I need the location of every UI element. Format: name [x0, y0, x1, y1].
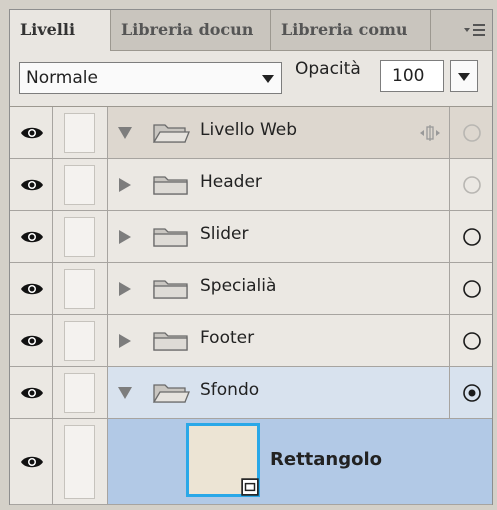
lock-toggle[interactable]: [53, 263, 108, 314]
layer-name: Footer: [200, 328, 255, 348]
layers-panel-window: Livelli Libreria docun Libreria comu Nor…: [0, 0, 497, 510]
opacity-dropdown-button[interactable]: [450, 60, 478, 92]
triangle-right-icon[interactable]: [116, 280, 134, 298]
target-selected-icon[interactable]: [462, 383, 482, 403]
layer-row[interactable]: Header: [10, 159, 492, 211]
layer-row[interactable]: Specialià: [10, 263, 492, 315]
column-divider: [449, 159, 450, 210]
folder-open-icon: [152, 384, 190, 403]
folder-icon: [153, 280, 188, 299]
column-divider: [449, 263, 450, 314]
layer-row[interactable]: Sfondo: [10, 367, 492, 419]
lock-box: [64, 321, 95, 361]
panel-menu-icon[interactable]: [464, 22, 486, 38]
visibility-toggle[interactable]: [10, 107, 53, 158]
lock-box: [64, 165, 95, 205]
lock-box: [64, 113, 95, 153]
opacity-input[interactable]: 100: [380, 60, 444, 92]
chevron-down-icon: [262, 75, 274, 83]
triangle-down-icon[interactable]: [116, 384, 134, 402]
target-icon[interactable]: [462, 175, 482, 195]
visibility-toggle[interactable]: [10, 211, 53, 262]
panel-tabbar: Livelli Libreria docun Libreria comu: [10, 10, 492, 51]
folder-icon: [153, 176, 188, 195]
triangle-right-icon[interactable]: [116, 176, 134, 194]
layer-row[interactable]: Livello Web: [10, 107, 492, 159]
layer-name: Header: [200, 172, 262, 192]
folder-open-icon: [152, 124, 190, 143]
layer-content[interactable]: Sfondo: [108, 367, 492, 418]
target-icon[interactable]: [462, 279, 482, 299]
layer-name: Rettangolo: [270, 449, 383, 470]
folder-icon: [153, 228, 188, 247]
layer-content[interactable]: Footer: [108, 315, 492, 366]
layer-row[interactable]: Footer: [10, 315, 492, 367]
eye-icon: [21, 179, 43, 191]
lock-box: [64, 217, 95, 257]
lock-box: [64, 425, 95, 499]
visibility-toggle[interactable]: [10, 263, 53, 314]
column-divider: [449, 315, 450, 366]
eye-icon: [21, 283, 43, 295]
layer-content[interactable]: Header: [108, 159, 492, 210]
visibility-toggle[interactable]: [10, 367, 53, 418]
column-divider: [449, 211, 450, 262]
layer-thumbnail[interactable]: [186, 423, 260, 497]
column-divider: [449, 367, 450, 418]
triangle-right-icon[interactable]: [116, 228, 134, 246]
lock-toggle[interactable]: [53, 107, 108, 158]
layer-name: Slider: [200, 224, 249, 244]
eye-icon: [21, 335, 43, 347]
shape-badge-icon: [241, 478, 259, 496]
layer-content[interactable]: Rettangolo: [108, 419, 492, 504]
target-icon[interactable]: [462, 123, 482, 143]
tab-livelli[interactable]: Livelli: [10, 10, 111, 51]
lock-box: [64, 269, 95, 309]
tab-libreria-comune[interactable]: Libreria comu: [271, 10, 431, 50]
opacity-label: Opacità: [295, 59, 361, 79]
eye-icon: [21, 387, 43, 399]
column-divider: [449, 107, 450, 158]
tab-libreria-documento[interactable]: Libreria docun: [111, 10, 271, 50]
triangle-down-icon[interactable]: [116, 124, 134, 142]
triangle-right-icon[interactable]: [116, 332, 134, 350]
layer-content[interactable]: Livello Web: [108, 107, 492, 158]
lock-toggle[interactable]: [53, 211, 108, 262]
layer-content[interactable]: Slider: [108, 211, 492, 262]
eye-icon: [21, 456, 43, 468]
chevron-down-icon: [458, 73, 470, 81]
resize-handle-icon[interactable]: [418, 123, 442, 143]
layer-name: Sfondo: [200, 380, 260, 400]
layer-content[interactable]: Specialià: [108, 263, 492, 314]
layer-name: Livello Web: [200, 120, 298, 140]
layer-options-bar: Normale Opacità 100: [10, 51, 492, 107]
eye-icon: [21, 127, 43, 139]
lock-toggle[interactable]: [53, 367, 108, 418]
visibility-toggle[interactable]: [10, 159, 53, 210]
lock-toggle[interactable]: [53, 419, 108, 504]
layer-row[interactable]: Rettangolo: [10, 419, 492, 505]
visibility-toggle[interactable]: [10, 419, 53, 504]
lock-toggle[interactable]: [53, 159, 108, 210]
lock-toggle[interactable]: [53, 315, 108, 366]
lock-box: [64, 373, 95, 413]
target-icon[interactable]: [462, 331, 482, 351]
layer-name: Specialià: [200, 276, 277, 296]
folder-icon: [153, 332, 188, 351]
eye-icon: [21, 231, 43, 243]
target-icon[interactable]: [462, 227, 482, 247]
blend-mode-value: Normale: [26, 68, 98, 88]
layer-row[interactable]: Slider: [10, 211, 492, 263]
blend-mode-select[interactable]: Normale: [19, 62, 282, 94]
visibility-toggle[interactable]: [10, 315, 53, 366]
